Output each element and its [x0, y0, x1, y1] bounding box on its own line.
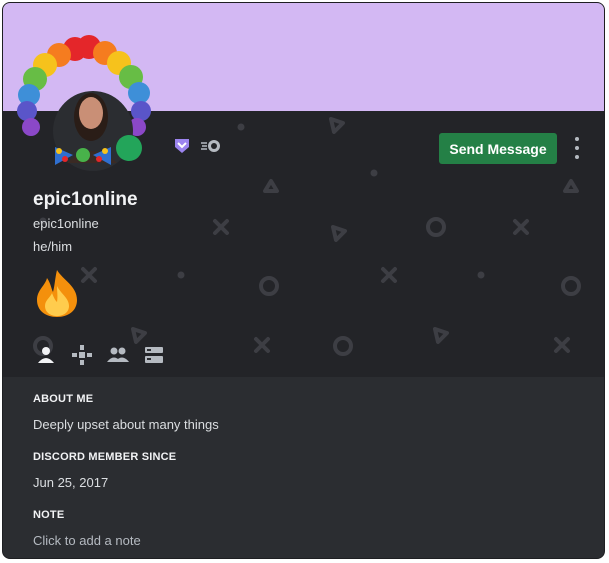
mutual-servers-icon[interactable] — [143, 344, 165, 366]
online-status-indicator — [116, 135, 142, 161]
pronouns: he/him — [33, 239, 73, 254]
mutual-friends-icon[interactable] — [107, 344, 129, 366]
member-since-heading: DISCORD MEMBER SINCE — [33, 451, 177, 463]
rainbow-clown-avatar — [17, 35, 151, 171]
about-me-heading: ABOUT ME — [33, 393, 94, 405]
vertical-ellipsis-icon[interactable] — [569, 135, 585, 161]
fire-icon[interactable] — [33, 268, 81, 318]
username: epic1online — [33, 216, 99, 231]
member-since-date: Jun 25, 2017 — [33, 475, 109, 490]
activity-icon[interactable] — [71, 344, 93, 366]
user-profile-card: Send Message epic1online epic1online he/… — [2, 2, 605, 559]
nitro-icon[interactable] — [200, 138, 222, 154]
profile-tabs — [35, 344, 165, 366]
avatar[interactable] — [15, 35, 163, 175]
hypesquad-icon[interactable] — [173, 137, 191, 155]
user-info-icon[interactable] — [35, 344, 57, 366]
about-me-text: Deeply upset about many things — [33, 417, 219, 432]
display-name: epic1online — [33, 189, 138, 210]
note-heading: NOTE — [33, 509, 65, 521]
note-input[interactable]: Click to add a note — [33, 533, 141, 548]
send-message-button[interactable]: Send Message — [439, 133, 557, 164]
